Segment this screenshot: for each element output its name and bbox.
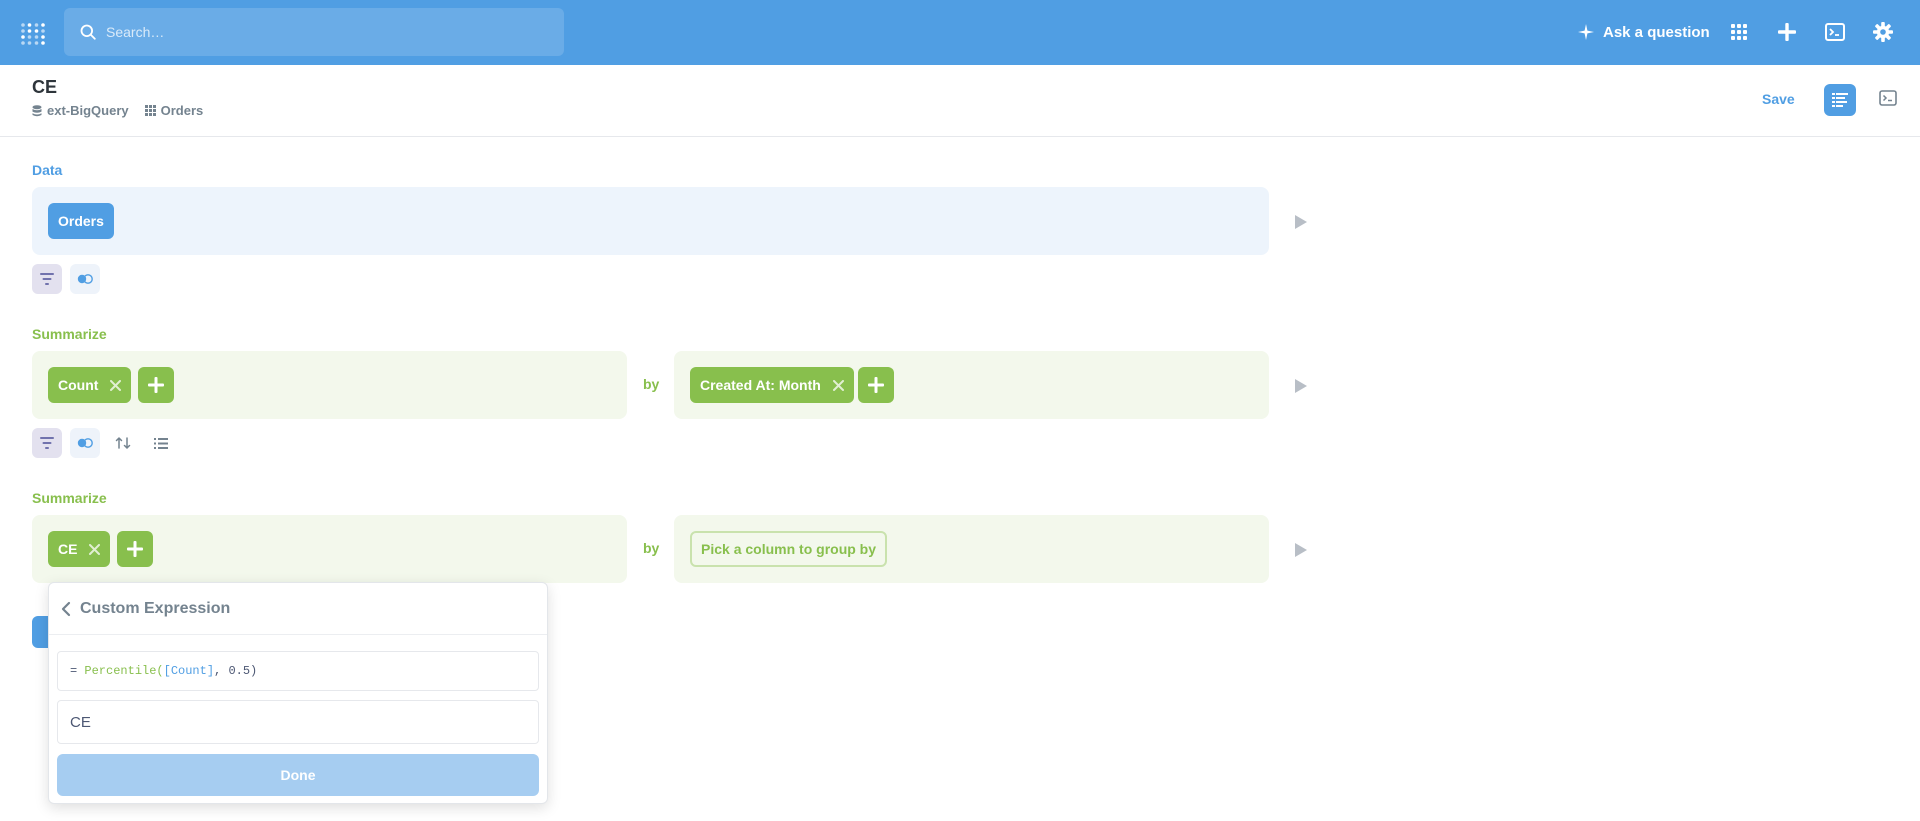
plus-icon (148, 377, 164, 393)
breadcrumb-database[interactable]: ext-BigQuery (32, 103, 129, 118)
plus-icon (868, 377, 884, 393)
grid-icon (1731, 24, 1747, 40)
add-filter-button[interactable] (32, 428, 62, 458)
sort-button[interactable] (108, 428, 138, 458)
by-label: by (643, 540, 660, 556)
new-item-button[interactable] (1775, 20, 1799, 44)
filter-icon (40, 437, 54, 449)
sparkle-icon (1578, 24, 1594, 40)
add-metric-button[interactable] (117, 531, 153, 567)
summarize-step-label: Summarize (32, 490, 107, 506)
breadcrumb-database-label: ext-BigQuery (47, 103, 129, 118)
question-header: CE ext-BigQuery Orders Save (0, 65, 1920, 137)
notebook-editor-toggle[interactable] (1824, 84, 1856, 116)
remove-metric-icon[interactable] (89, 543, 101, 555)
metric-pill-ce[interactable]: CE (48, 531, 111, 567)
join-icon (77, 274, 93, 284)
plus-icon (127, 541, 143, 557)
search-bar[interactable]: Search… (64, 8, 564, 56)
add-join-button[interactable] (70, 428, 100, 458)
join-icon (77, 438, 93, 448)
data-source-label: Orders (58, 213, 104, 229)
popover-title: Custom Expression (80, 599, 231, 617)
add-metric-button[interactable] (138, 367, 174, 403)
browse-data-button[interactable] (1727, 20, 1751, 44)
preview-step-icon[interactable] (1293, 378, 1309, 394)
metric-label: CE (58, 541, 78, 557)
preview-step-icon[interactable] (1293, 542, 1309, 558)
expression-prefix: = (70, 664, 85, 678)
add-filter-button[interactable] (32, 264, 62, 294)
data-step-box[interactable] (32, 187, 1269, 255)
expression-rest-token: , 0.5) (214, 664, 258, 678)
save-button[interactable]: Save (1762, 91, 1795, 107)
ask-question-label: Ask a question (1603, 23, 1710, 41)
remove-breakout-icon[interactable] (832, 379, 844, 391)
expression-editor[interactable]: = Percentile([Count], 0.5) (57, 651, 539, 691)
question-title[interactable]: CE (32, 77, 57, 98)
sql-editor-icon (1825, 23, 1845, 41)
row-limit-button[interactable] (146, 428, 176, 458)
breakout-label: Created At: Month (700, 377, 821, 393)
chevron-left-icon[interactable] (61, 601, 71, 617)
metric-label: Count (58, 377, 99, 393)
top-navigation-bar: Search… Ask a question (0, 0, 1920, 65)
breadcrumb: ext-BigQuery Orders (32, 103, 219, 118)
sql-preview-icon (1879, 90, 1897, 106)
done-button[interactable]: Done (57, 754, 539, 796)
add-breakout-button[interactable] (858, 367, 894, 403)
breadcrumb-table[interactable]: Orders (144, 103, 204, 118)
settings-button[interactable] (1871, 20, 1895, 44)
database-icon (32, 104, 42, 116)
expression-field-token: [Count] (163, 664, 215, 678)
view-sql-toggle[interactable] (1877, 87, 1899, 109)
expression-function-token: Percentile( (84, 664, 164, 678)
filter-icon (40, 273, 54, 285)
search-icon (80, 24, 96, 40)
breadcrumb-table-label: Orders (160, 103, 204, 118)
pick-column-label: Pick a column to group by (701, 541, 877, 557)
ask-question-button[interactable]: Ask a question (1578, 20, 1710, 44)
data-source-pill[interactable]: Orders (48, 203, 114, 239)
metric-pill-count[interactable]: Count (48, 367, 132, 403)
search-placeholder: Search… (106, 24, 165, 40)
custom-expression-popover: Custom Expression = Percentile([Count], … (48, 582, 548, 804)
notebook-icon (1832, 93, 1848, 107)
new-sql-query-button[interactable] (1823, 20, 1847, 44)
sort-arrows-icon (115, 436, 131, 450)
summarize-step-label: Summarize (32, 326, 107, 342)
remove-metric-icon[interactable] (110, 379, 122, 391)
add-join-button[interactable] (70, 264, 100, 294)
popover-header[interactable]: Custom Expression (49, 583, 547, 635)
table-grid-icon (144, 105, 156, 116)
gear-icon (1873, 22, 1893, 42)
preview-step-icon[interactable] (1293, 214, 1309, 230)
list-icon (154, 437, 168, 449)
pick-column-button[interactable]: Pick a column to group by (690, 531, 888, 567)
metabase-logo-icon[interactable] (20, 20, 46, 46)
expression-name-input[interactable] (57, 700, 539, 744)
by-label: by (643, 376, 660, 392)
breakout-pill[interactable]: Created At: Month (690, 367, 854, 403)
plus-icon (1778, 23, 1796, 41)
data-step-label: Data (32, 162, 63, 178)
